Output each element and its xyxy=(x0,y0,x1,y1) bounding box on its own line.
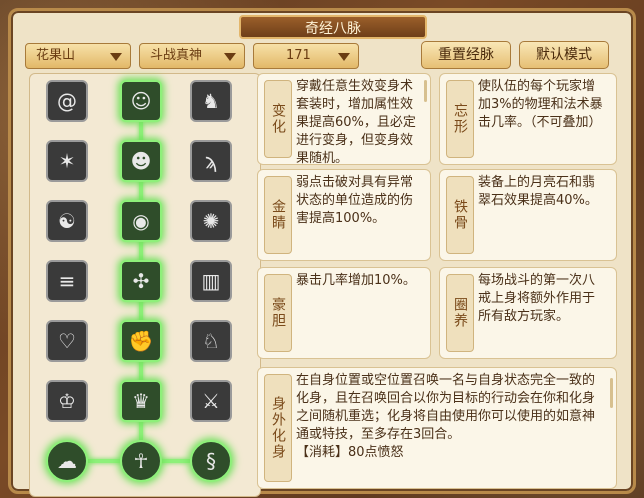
spiral-blade-node[interactable]: ✺ xyxy=(190,200,232,242)
skill-description: 每场战斗的第一次八戒上身将额外作用于所有敌方玩家。 xyxy=(478,273,596,324)
meridian-tree: @ ☺ ♞ ✶ ☻ ϡ ☯ ◉ ✺ ≡ ✣ ▥ ♡ ✊ ♘ ♔ ♛ ⚔ ☁ ☥ § xyxy=(29,73,261,497)
claw-icon: ϡ xyxy=(204,149,218,173)
claw-node[interactable]: ϡ xyxy=(190,140,232,182)
pedestal-icon: ≡ xyxy=(58,269,76,293)
skill-name: 圈养 xyxy=(446,274,474,352)
skill-description: 暴击几率增加10%。 xyxy=(296,273,416,288)
skill-name: 铁骨 xyxy=(446,176,474,254)
skill-card-shenwaihuashen[interactable]: 身外化身 在自身位置或空位置召唤一名与自身状态完全一致的化身，且在召唤回合以你为… xyxy=(257,367,617,489)
level-dropdown-value: 171 xyxy=(286,48,311,63)
heart-knot-node[interactable]: ♡ xyxy=(46,320,88,362)
swirl-icon: @ xyxy=(57,89,77,113)
whirlwind-icon: ✣ xyxy=(132,269,150,293)
warrior-head-icon: ♔ xyxy=(58,389,76,413)
scrollbar[interactable] xyxy=(610,378,613,408)
school-dropdown-value: 花果山 xyxy=(36,48,76,63)
window-title: 奇经八脉 xyxy=(239,15,427,39)
head-profile-icon: ☯ xyxy=(58,209,76,233)
heart-knot-icon: ♡ xyxy=(58,329,76,353)
monkey-face-node[interactable]: ☺ xyxy=(120,80,162,122)
chevron-down-icon xyxy=(110,53,122,61)
pig-face-node[interactable]: ☻ xyxy=(120,140,162,182)
whirlwind-node[interactable]: ✣ xyxy=(120,260,162,302)
skill-cost: 【消耗】80点愤怒 xyxy=(296,445,404,460)
star-burst-icon: ✶ xyxy=(58,149,76,173)
spiral-blade-icon: ✺ xyxy=(202,209,220,233)
monkey-climb-node[interactable]: ♞ xyxy=(190,80,232,122)
skill-name: 身外化身 xyxy=(264,374,292,482)
sword-slash-node[interactable]: ⚔ xyxy=(190,380,232,422)
monk-seated-node[interactable]: ☥ xyxy=(120,440,162,482)
chevron-down-icon xyxy=(224,53,236,61)
swirl-node[interactable]: @ xyxy=(46,80,88,122)
scrollbar[interactable] xyxy=(424,80,427,102)
cloud-swirl-icon: ☁ xyxy=(57,449,77,473)
skill-name: 变化 xyxy=(264,80,292,158)
fist-icon: ✊ xyxy=(128,329,154,353)
default-mode-button[interactable]: 默认模式 xyxy=(519,41,609,69)
fist-node[interactable]: ✊ xyxy=(120,320,162,362)
cloud-swirl-node[interactable]: ☁ xyxy=(46,440,88,482)
eye-icon: ◉ xyxy=(132,209,150,233)
monkey-climb-icon: ♞ xyxy=(202,89,220,113)
skill-card-tiegu[interactable]: 铁骨 装备上的月亮石和翡翠石效果提高40%。 xyxy=(439,169,617,261)
branch-dropdown-value: 斗战真神 xyxy=(150,48,203,63)
skill-card-bianhua[interactable]: 变化 穿戴任意生效变身术套装时，增加属性效果提高60%，且必定进行变身，但变身效… xyxy=(257,73,431,165)
pillar-node[interactable]: ▥ xyxy=(190,260,232,302)
head-profile-node[interactable]: ☯ xyxy=(46,200,88,242)
sword-slash-icon: ⚔ xyxy=(202,389,220,413)
skill-description: 弱点击破对具有异常状态的单位造成的伤害提高100%。 xyxy=(296,175,414,226)
pedestal-node[interactable]: ≡ xyxy=(46,260,88,302)
dragon-swirl-node[interactable]: § xyxy=(190,440,232,482)
monkey-fight-node[interactable]: ♛ xyxy=(120,380,162,422)
meridian-panel: 奇经八脉 花果山 斗战真神 171 重置经脉 默认模式 @ ☺ ♞ ✶ ☻ ϡ ☯ ◉ ✺ ≡ ✣ ▥… xyxy=(8,8,636,497)
monkey-face-icon: ☺ xyxy=(130,89,152,113)
skill-description: 装备上的月亮石和翡翠石效果提高40%。 xyxy=(478,175,598,208)
skill-card-juanyang[interactable]: 圈养 每场战斗的第一次八戒上身将额外作用于所有敌方玩家。 xyxy=(439,267,617,359)
skill-description-text: 在自身位置或空位置召唤一名与自身状态完全一致的化身，且在召唤回合以你为目标的行动… xyxy=(296,373,596,442)
skill-card-jinjing[interactable]: 金睛 弱点击破对具有异常状态的单位造成的伤害提高100%。 xyxy=(257,169,431,261)
rabbit-node[interactable]: ♘ xyxy=(190,320,232,362)
reset-meridian-button[interactable]: 重置经脉 xyxy=(421,41,511,69)
skill-name: 豪胆 xyxy=(264,274,292,352)
skill-description: 使队伍的每个玩家增加3%的物理和法术暴击几率。（不可叠加） xyxy=(478,79,603,130)
monk-seated-icon: ☥ xyxy=(133,449,149,473)
dragon-swirl-icon: § xyxy=(206,449,216,473)
monkey-fight-icon: ♛ xyxy=(132,389,150,413)
skill-description: 穿戴任意生效变身术套装时，增加属性效果提高60%，且必定进行变身，但变身效果随机… xyxy=(296,79,416,164)
skill-card-wangxing[interactable]: 忘形 使队伍的每个玩家增加3%的物理和法术暴击几率。（不可叠加） xyxy=(439,73,617,165)
skill-description: 在自身位置或空位置召唤一名与自身状态完全一致的化身，且在召唤回合以你为目标的行动… xyxy=(296,372,606,488)
skill-name: 忘形 xyxy=(446,80,474,158)
rabbit-icon: ♘ xyxy=(202,329,220,353)
school-dropdown[interactable]: 花果山 xyxy=(25,43,131,69)
chevron-down-icon xyxy=(338,53,350,61)
star-burst-node[interactable]: ✶ xyxy=(46,140,88,182)
skill-name: 金睛 xyxy=(264,176,292,254)
branch-dropdown[interactable]: 斗战真神 xyxy=(139,43,245,69)
eye-node[interactable]: ◉ xyxy=(120,200,162,242)
level-dropdown[interactable]: 171 xyxy=(253,43,359,69)
pillar-icon: ▥ xyxy=(201,269,221,293)
warrior-head-node[interactable]: ♔ xyxy=(46,380,88,422)
pig-face-icon: ☻ xyxy=(130,149,152,173)
skill-card-haodan[interactable]: 豪胆 暴击几率增加10%。 xyxy=(257,267,431,359)
